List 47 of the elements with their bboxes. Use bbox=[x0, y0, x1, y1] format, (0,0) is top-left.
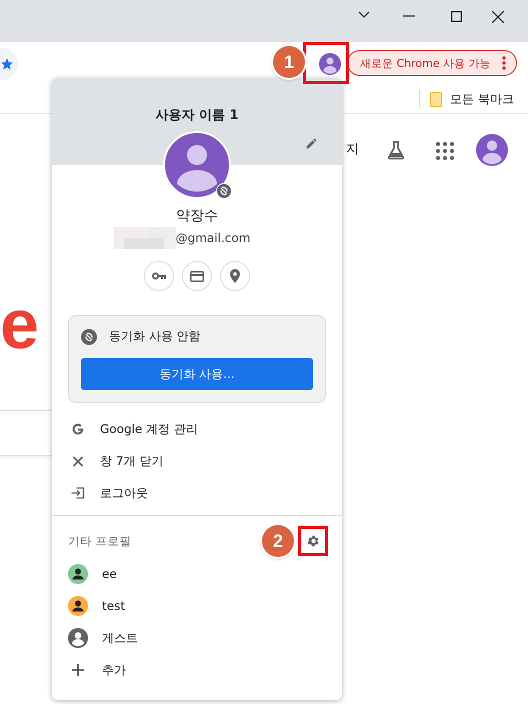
avatar-icon[interactable] bbox=[476, 134, 508, 166]
callout-number: 1 bbox=[273, 46, 305, 78]
profile-item[interactable]: ee bbox=[52, 558, 342, 590]
profile-item[interactable]: 게스트 bbox=[52, 622, 342, 654]
passwords-button[interactable] bbox=[144, 261, 174, 291]
close-icon bbox=[70, 456, 86, 466]
card-icon bbox=[190, 270, 204, 282]
menu-item[interactable]: 창 7개 닫기 bbox=[52, 445, 342, 477]
profile-name: 약장수 bbox=[176, 207, 218, 225]
folder-icon bbox=[430, 92, 442, 106]
update-button[interactable]: 새로운 Chrome 사용 가능 bbox=[347, 50, 517, 76]
addresses-button[interactable] bbox=[220, 261, 250, 291]
google-g-icon bbox=[70, 422, 86, 436]
profile-item[interactable]: 추가 bbox=[52, 654, 342, 686]
avatar-icon bbox=[163, 131, 231, 199]
close-icon[interactable] bbox=[492, 11, 504, 23]
sync-off-icon bbox=[81, 328, 97, 344]
blurred-area bbox=[114, 227, 176, 249]
bookmark-folder[interactable]: 모든 북마크 bbox=[430, 90, 514, 108]
minimize-icon[interactable] bbox=[403, 15, 415, 17]
apps-grid-icon[interactable] bbox=[436, 142, 454, 160]
more-icon bbox=[502, 56, 506, 70]
pencil-icon[interactable] bbox=[305, 137, 318, 150]
email-text: @gmail.com bbox=[176, 231, 250, 245]
logout-icon bbox=[70, 487, 86, 499]
star-icon bbox=[0, 57, 14, 71]
sync-off-icon bbox=[216, 183, 232, 199]
avatar-icon bbox=[319, 53, 341, 75]
images-link[interactable]: 지 bbox=[346, 140, 359, 158]
profile-item[interactable]: test bbox=[52, 590, 342, 622]
chevron-down-icon[interactable] bbox=[358, 11, 370, 19]
settings-icon bbox=[306, 534, 320, 548]
key-icon bbox=[152, 272, 166, 280]
menu-item[interactable]: Google 계정 관리 bbox=[52, 413, 342, 445]
section-label: 기타 프로필 bbox=[67, 534, 132, 548]
payment-button[interactable] bbox=[182, 261, 212, 291]
profile-title: 사용자 이름 1 bbox=[155, 107, 239, 125]
enable-sync-button[interactable]: 동기화 사용... bbox=[81, 358, 313, 390]
menu-item[interactable]: 로그아웃 bbox=[52, 477, 342, 509]
person-icon bbox=[68, 628, 88, 648]
settings-button[interactable] bbox=[298, 526, 328, 556]
sync-status: 동기화 사용 안함 bbox=[109, 328, 201, 345]
location-pin-icon bbox=[230, 269, 240, 283]
logo-fragment: e bbox=[0, 289, 39, 359]
maximize-icon[interactable] bbox=[451, 11, 462, 22]
callout-number: 2 bbox=[262, 525, 294, 557]
flask-icon[interactable] bbox=[386, 140, 406, 160]
